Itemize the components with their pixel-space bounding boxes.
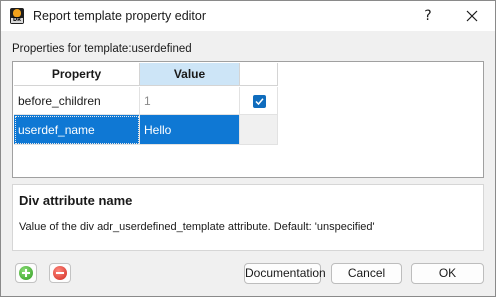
add-button[interactable] [15, 263, 37, 283]
close-button[interactable] [459, 5, 485, 27]
column-header-value[interactable]: Value [140, 63, 240, 86]
checkmark-icon [255, 98, 264, 106]
remove-icon [53, 266, 67, 280]
app-logo-icon: DR [10, 8, 24, 24]
help-button[interactable]: ? [416, 6, 440, 26]
checkbox-checked[interactable] [253, 95, 266, 108]
row-checkbox-cell[interactable] [240, 87, 278, 115]
property-table[interactable]: Property Value before_children 1 userdef… [12, 61, 484, 178]
documentation-button[interactable]: Documentation [244, 263, 326, 284]
description-text: Value of the div adr_userdefined_templat… [19, 221, 375, 233]
row-empty-cell[interactable] [240, 115, 278, 145]
column-header-property[interactable]: Property [14, 63, 140, 86]
description-title: Div attribute name [19, 193, 133, 208]
column-header-extra[interactable] [240, 63, 278, 86]
app-logo-tag: DR [11, 17, 23, 23]
dialog-window: DR Report template property editor ? Pro… [0, 0, 496, 297]
row-property-userdef-name[interactable]: userdef_name [14, 115, 140, 145]
ok-button[interactable]: OK [411, 263, 484, 284]
window-title: Report template property editor [33, 9, 207, 23]
description-panel: Div attribute name Value of the div adr_… [12, 184, 484, 251]
title-bar[interactable]: DR Report template property editor ? [1, 1, 495, 31]
remove-button[interactable] [49, 263, 71, 283]
template-subtitle: Properties for template:userdefined [12, 43, 192, 55]
row-value-userdef-name[interactable]: Hello [140, 115, 240, 145]
row-property-before-children[interactable]: before_children [14, 87, 140, 115]
row-value-before-children[interactable]: 1 [140, 87, 240, 115]
close-icon [466, 10, 478, 22]
cancel-button[interactable]: Cancel [331, 263, 402, 284]
add-icon [19, 266, 33, 280]
